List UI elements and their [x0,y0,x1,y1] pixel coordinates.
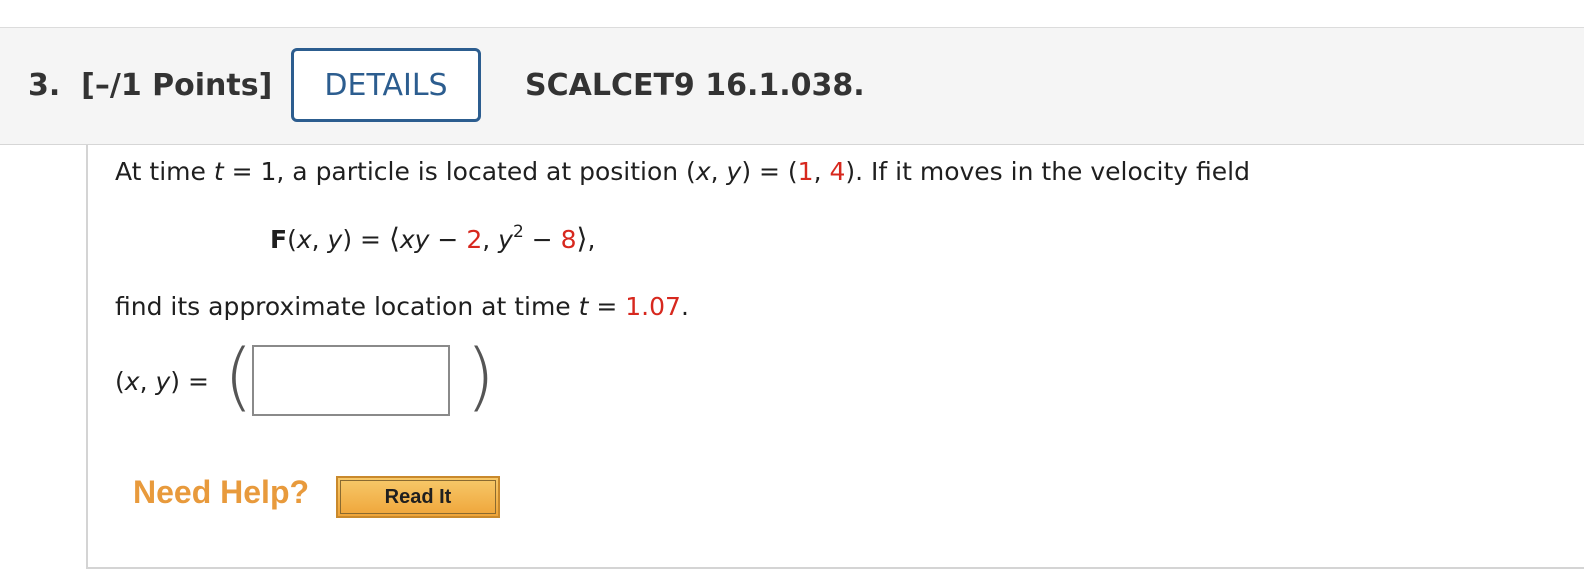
target-time-value: 1.07 [625,292,681,321]
intro-suffix: ). If it moves in the velocity field [845,157,1250,186]
equals-open: ) = ( [741,157,798,186]
x-variable: x [695,157,711,186]
trailing-comma: , [587,225,596,254]
constant-two: 8 [560,225,577,254]
initial-y-value: 4 [829,157,846,186]
paren-open: ( [115,367,125,396]
exponent: 2 [512,221,524,242]
comma: , [813,157,830,186]
comma: , [139,367,156,396]
question-number-points: 3. [–/1 Points] [28,68,272,103]
t-variable: t [578,292,589,321]
minus-sign: − [523,225,561,254]
points-label: [–/1 Points] [81,68,273,103]
comma: , [311,225,328,254]
problem-statement: At time t = 1, a particle is located at … [115,157,1250,186]
find-statement: find its approximate location at time t … [115,292,689,321]
y-squared-base: y [498,225,513,254]
minus-sign: − [429,225,467,254]
right-paren: ) [466,334,495,420]
comma: , [482,225,499,254]
period: . [680,292,689,321]
left-angle-bracket: ⟨ [388,222,400,255]
initial-x-value: 1 [797,157,814,186]
t-variable: t [213,157,224,186]
y-variable: y [327,225,343,254]
y-variable: y [726,157,742,186]
intro-prefix: At time [115,157,214,186]
find-prefix: find its approximate location at time [115,292,579,321]
field-name: F [270,225,288,254]
read-it-button[interactable]: Read It [336,476,500,518]
paren-open: ( [287,225,297,254]
paren-close-equals: ) = [170,367,209,396]
intro-position: = 1, a particle is located at position ( [223,157,696,186]
xy-term: xy [399,225,430,254]
right-angle-bracket: ⟩ [576,222,588,255]
answer-label: (x, y) = [115,367,209,396]
left-paren: ( [224,334,253,420]
x-variable: x [296,225,312,254]
velocity-field-formula: F(x, y) = ⟨xy − 2, y2 − 8⟩, [270,222,595,255]
need-help-label: Need Help? [133,474,310,510]
answer-input[interactable] [252,345,450,416]
constant-one: 2 [466,225,483,254]
question-code: SCALCET9 16.1.038. [525,68,865,103]
y-variable: y [155,367,171,396]
comma: , [710,157,727,186]
x-variable: x [124,367,140,396]
equals: = [588,292,626,321]
paren-close-equals: ) = [342,225,389,254]
details-button[interactable]: DETAILS [291,48,481,122]
question-number: 3. [28,68,61,103]
